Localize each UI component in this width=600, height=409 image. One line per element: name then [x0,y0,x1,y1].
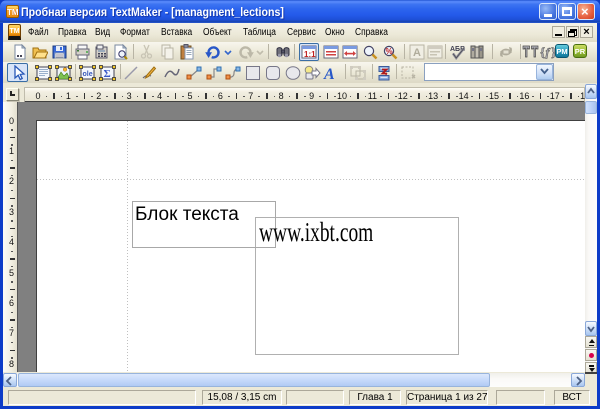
svg-text:f: f [546,45,551,59]
svg-text:1:1: 1:1 [304,50,316,59]
svg-text:{: { [540,45,545,60]
svg-text:A: A [413,47,421,59]
svg-text:A: A [323,66,335,82]
svg-text:ole: ole [83,71,93,78]
svg-text:Σ: Σ [104,68,111,80]
svg-text:%: % [386,47,393,56]
